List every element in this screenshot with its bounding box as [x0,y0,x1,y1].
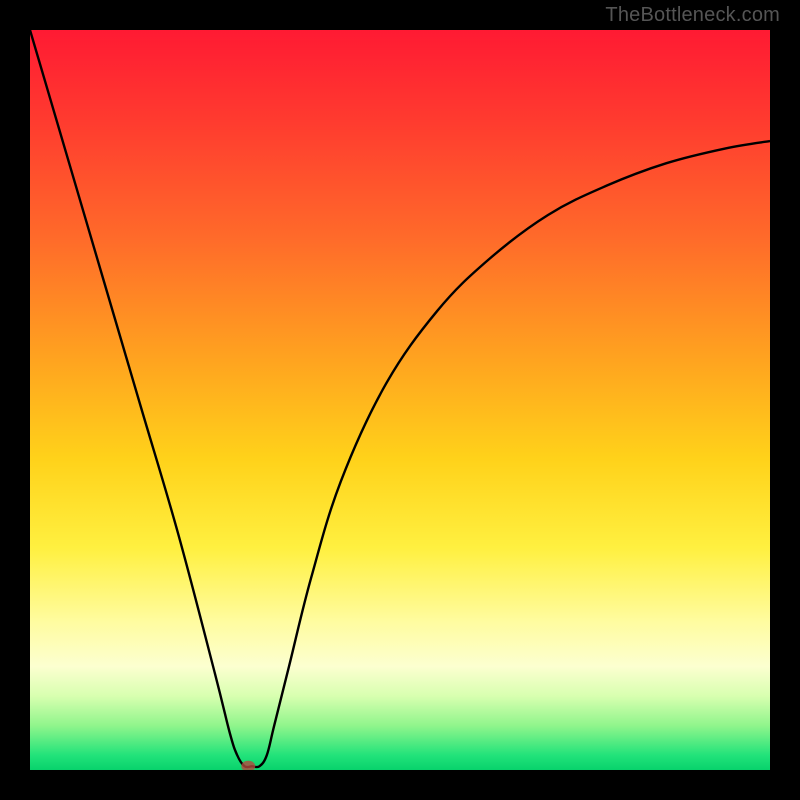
curve-path [30,30,770,767]
watermark-text: TheBottleneck.com [605,4,780,27]
plot-area [30,30,770,770]
minimum-marker [241,761,255,770]
bottleneck-curve [30,30,770,770]
chart-frame: TheBottleneck.com [0,0,800,800]
